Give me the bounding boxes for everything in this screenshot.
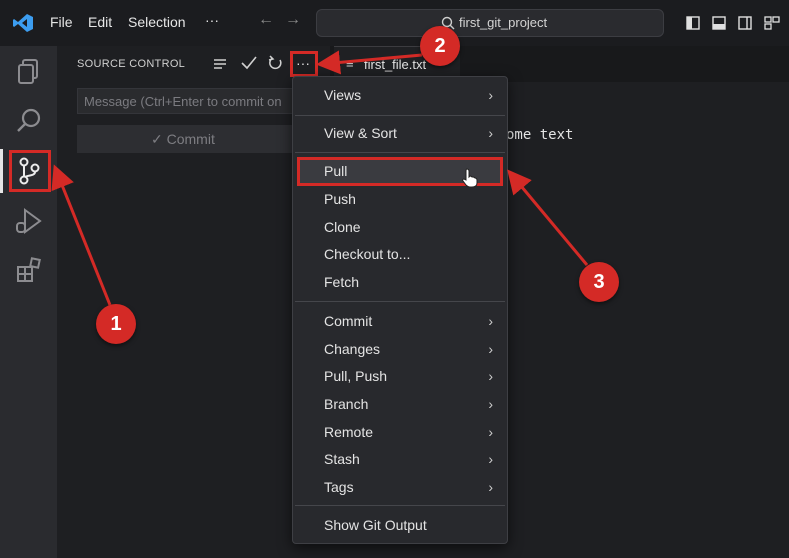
menu-file[interactable]: File xyxy=(50,14,73,30)
callout-badge-2: 2 xyxy=(420,26,460,66)
chevron-right-icon: › xyxy=(488,424,493,440)
toggle-primary-sidebar-icon[interactable] xyxy=(686,16,700,30)
menu-item-changes[interactable]: Changes › xyxy=(293,337,507,363)
menu-item-label: Pull xyxy=(324,163,348,179)
search-icon[interactable] xyxy=(14,106,44,136)
commit-button-label: ✓ Commit xyxy=(151,131,215,147)
menu-separator xyxy=(295,115,505,116)
chevron-right-icon: › xyxy=(488,341,493,357)
menu-item-pull-push[interactable]: Pull, Push › xyxy=(293,364,507,390)
sidebar-title: SOURCE CONTROL xyxy=(77,58,186,70)
extensions-icon[interactable] xyxy=(14,256,44,286)
menu-item-remote[interactable]: Remote › xyxy=(293,420,507,446)
chevron-right-icon: › xyxy=(488,451,493,467)
menu-item-label: Commit xyxy=(324,313,373,329)
menu-item-label: Remote xyxy=(324,424,374,440)
menu-item-commit[interactable]: Commit › xyxy=(293,309,507,335)
menu-item-views[interactable]: Views › xyxy=(293,83,507,109)
callout-badge-1: 1 xyxy=(96,304,136,344)
menu-item-branch[interactable]: Branch › xyxy=(293,392,507,418)
explorer-icon[interactable] xyxy=(14,56,44,86)
command-center-search[interactable]: first_git_project xyxy=(316,9,664,37)
tab-label: first_file.txt xyxy=(364,57,427,72)
menu-item-pull[interactable]: Pull xyxy=(297,157,503,188)
callout-badge-3: 3 xyxy=(579,262,619,302)
commit-check-icon[interactable] xyxy=(241,56,257,70)
title-bar: File Edit Selection ··· ← → first_git_pr… xyxy=(0,0,789,47)
refresh-icon[interactable] xyxy=(268,55,283,71)
chevron-right-icon: › xyxy=(488,479,493,495)
menu-item-label: Stash xyxy=(324,451,360,467)
menu-selection[interactable]: Selection xyxy=(128,14,186,30)
menu-item-label: Changes xyxy=(324,341,381,357)
menu-separator xyxy=(295,301,505,302)
commit-message-placeholder: Message (Ctrl+Enter to commit on xyxy=(84,94,282,109)
activity-bar xyxy=(0,46,58,558)
source-control-icon[interactable] xyxy=(14,156,44,186)
more-actions-button[interactable]: ··· xyxy=(290,51,318,77)
menu-item-label: Pull, Push xyxy=(324,368,388,384)
search-text: first_git_project xyxy=(459,15,548,30)
menu-item-label: Fetch xyxy=(324,274,360,290)
file-lines-icon: ≡ xyxy=(346,56,354,71)
menu-separator xyxy=(295,152,505,153)
menu-item-show-git-output[interactable]: Show Git Output xyxy=(293,513,507,539)
menu-item-label: Checkout to... xyxy=(324,246,411,262)
menu-item-checkout-to[interactable]: Checkout to... xyxy=(293,242,507,268)
menu-item-label: Views xyxy=(324,87,362,103)
more-actions-dots: ··· xyxy=(296,55,310,71)
chevron-right-icon: › xyxy=(488,87,493,103)
menu-item-label: Branch xyxy=(324,396,369,412)
editor-code-text[interactable]: ome text xyxy=(506,127,573,143)
vscode-logo-icon xyxy=(13,14,33,32)
menu-item-label: Tags xyxy=(324,479,354,495)
menu-item-tags[interactable]: Tags › xyxy=(293,475,507,501)
hand-cursor-icon xyxy=(462,168,478,188)
menu-item-view-and-sort[interactable]: View & Sort › xyxy=(293,121,507,147)
toggle-secondary-sidebar-icon[interactable] xyxy=(738,16,752,30)
menu-item-label: View & Sort xyxy=(324,125,397,141)
source-control-active-indicator xyxy=(0,149,3,193)
menu-separator xyxy=(295,505,505,506)
menu-item-clone[interactable]: Clone xyxy=(293,215,507,241)
chevron-right-icon: › xyxy=(488,368,493,384)
view-as-list-icon[interactable] xyxy=(213,58,227,70)
menu-edit[interactable]: Edit xyxy=(88,14,112,30)
menu-more-button[interactable]: ··· xyxy=(205,12,219,28)
source-control-sidebar: SOURCE CONTROL ··· Message (Ctrl+Enter t… xyxy=(57,46,330,558)
forward-arrow-icon[interactable]: → xyxy=(285,11,301,29)
customize-layout-icon[interactable] xyxy=(764,16,780,30)
menu-item-stash[interactable]: Stash › xyxy=(293,447,507,473)
run-debug-icon[interactable] xyxy=(14,206,44,236)
menu-item-push[interactable]: Push xyxy=(293,187,507,213)
toggle-panel-icon[interactable] xyxy=(712,16,726,30)
menu-item-label: Show Git Output xyxy=(324,517,427,533)
chevron-right-icon: › xyxy=(488,396,493,412)
menu-item-label: Push xyxy=(324,191,356,207)
menu-item-label: Clone xyxy=(324,219,361,235)
more-actions-menu: Views › View & Sort › Pull Push Clone Chec… xyxy=(292,76,508,544)
chevron-right-icon: › xyxy=(488,313,493,329)
menu-item-fetch[interactable]: Fetch xyxy=(293,270,507,296)
chevron-right-icon: › xyxy=(488,125,493,141)
back-arrow-icon[interactable]: ← xyxy=(258,11,274,29)
